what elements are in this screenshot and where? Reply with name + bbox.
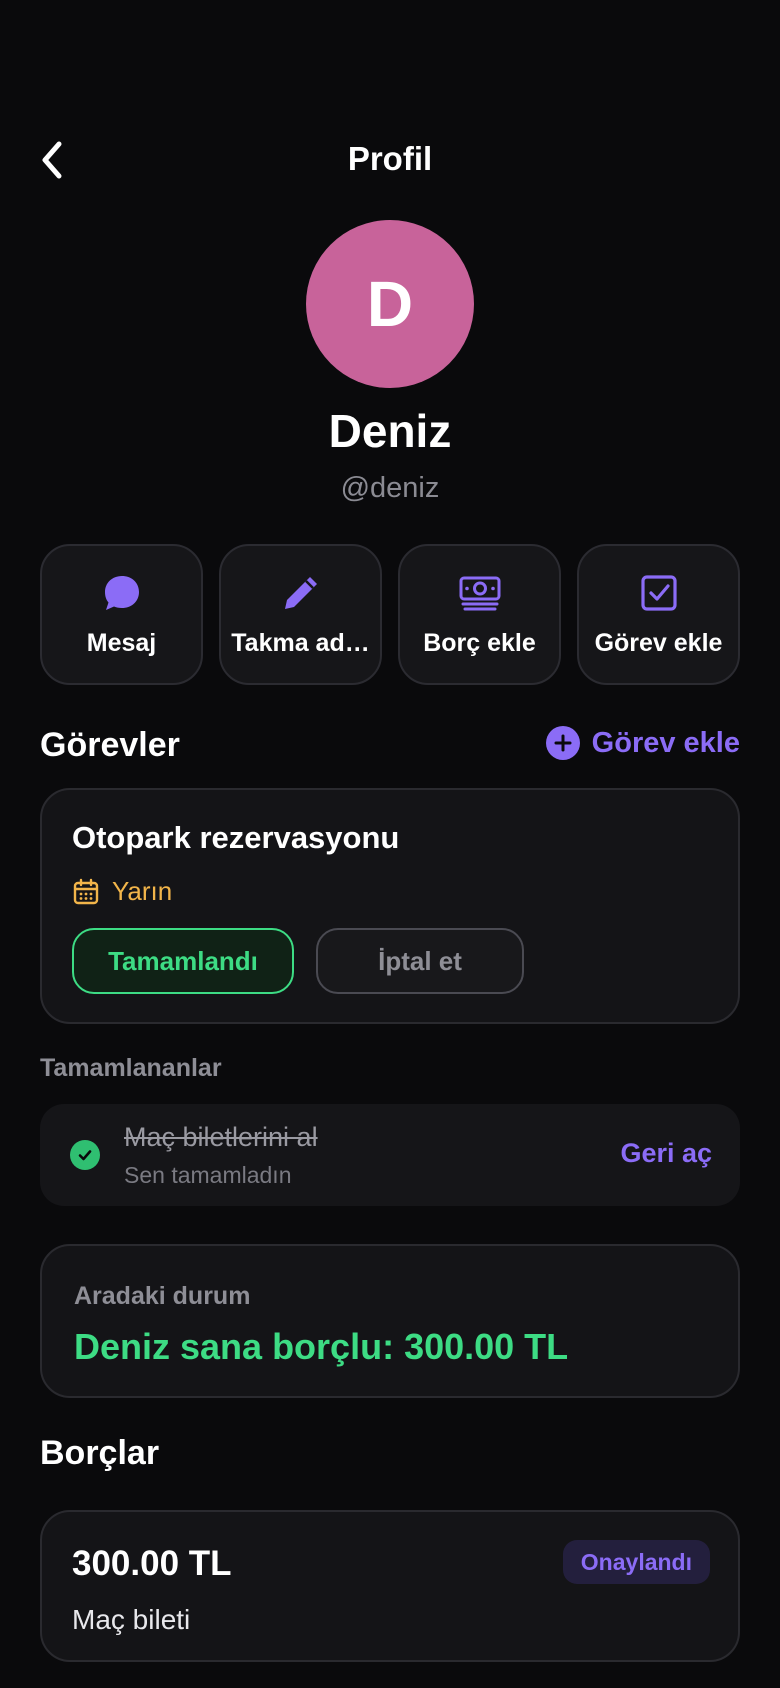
complete-button[interactable]: Tamamlandı (72, 928, 294, 994)
nickname-button[interactable]: Takma ad… (219, 544, 382, 685)
task-title: Otopark rezervasyonu (72, 820, 400, 855)
balance-card: Aradaki durum Deniz sana borçlu: 300.00 … (40, 1244, 740, 1398)
nickname-label: Takma ad… (231, 629, 370, 657)
add-task-action-label: Görev ekle (594, 629, 723, 657)
pencil-icon (279, 571, 323, 615)
debts-section-title: Borçlar (40, 1434, 160, 1472)
status-badge: Onaylandı (562, 1540, 710, 1584)
task-due: Yarın (72, 876, 172, 907)
cancel-button[interactable]: İptal et (316, 928, 524, 994)
balance-label: Aradaki durum (74, 1282, 251, 1310)
completed-section-title: Tamamlananlar (40, 1054, 222, 1082)
completed-task-row: Maç biletlerini al Sen tamamladın Geri a… (40, 1104, 740, 1206)
add-task-link[interactable]: Görev ekle (545, 726, 740, 760)
profile-name: Deniz (328, 405, 452, 457)
task-card: Otopark rezervasyonu Yarın Tamamlandı İp… (40, 788, 740, 1024)
page-title: Profil (347, 140, 433, 177)
completed-task-title: Maç biletlerini al (124, 1122, 318, 1152)
debt-description: Maç bileti (72, 1604, 191, 1635)
add-task-action-button[interactable]: Görev ekle (577, 544, 740, 685)
check-circle-icon (70, 1140, 100, 1170)
money-icon (458, 571, 502, 615)
calendar-icon (73, 878, 99, 904)
completed-task-subtitle: Sen tamamladın (124, 1162, 292, 1188)
task-due-label: Yarın (112, 876, 173, 906)
profile-handle: @deniz (340, 472, 440, 504)
chat-bubble-icon (100, 571, 144, 615)
header: Profil (0, 130, 780, 190)
balance-value: Deniz sana borçlu: 300.00 TL (74, 1326, 569, 1367)
message-button[interactable]: Mesaj (40, 544, 203, 685)
profile-screen: Profil D Deniz @deniz Mesaj Takma ad… Bo… (0, 0, 780, 1688)
add-task-link-label: Görev ekle (591, 726, 740, 759)
debt-amount: 300.00 TL (72, 1544, 232, 1583)
reopen-button[interactable]: Geri aç (620, 1138, 712, 1169)
avatar: D (306, 220, 474, 388)
checkbox-icon (637, 571, 681, 615)
add-debt-label: Borç ekle (423, 629, 536, 657)
debt-card[interactable]: 300.00 TL Onaylandı Maç bileti (40, 1510, 740, 1662)
message-label: Mesaj (86, 629, 157, 657)
tasks-section-title: Görevler (40, 726, 180, 764)
plus-circle-icon (545, 726, 580, 760)
action-row: Mesaj Takma ad… Borç ekle Görev ekle (40, 544, 740, 685)
add-debt-button[interactable]: Borç ekle (398, 544, 561, 685)
